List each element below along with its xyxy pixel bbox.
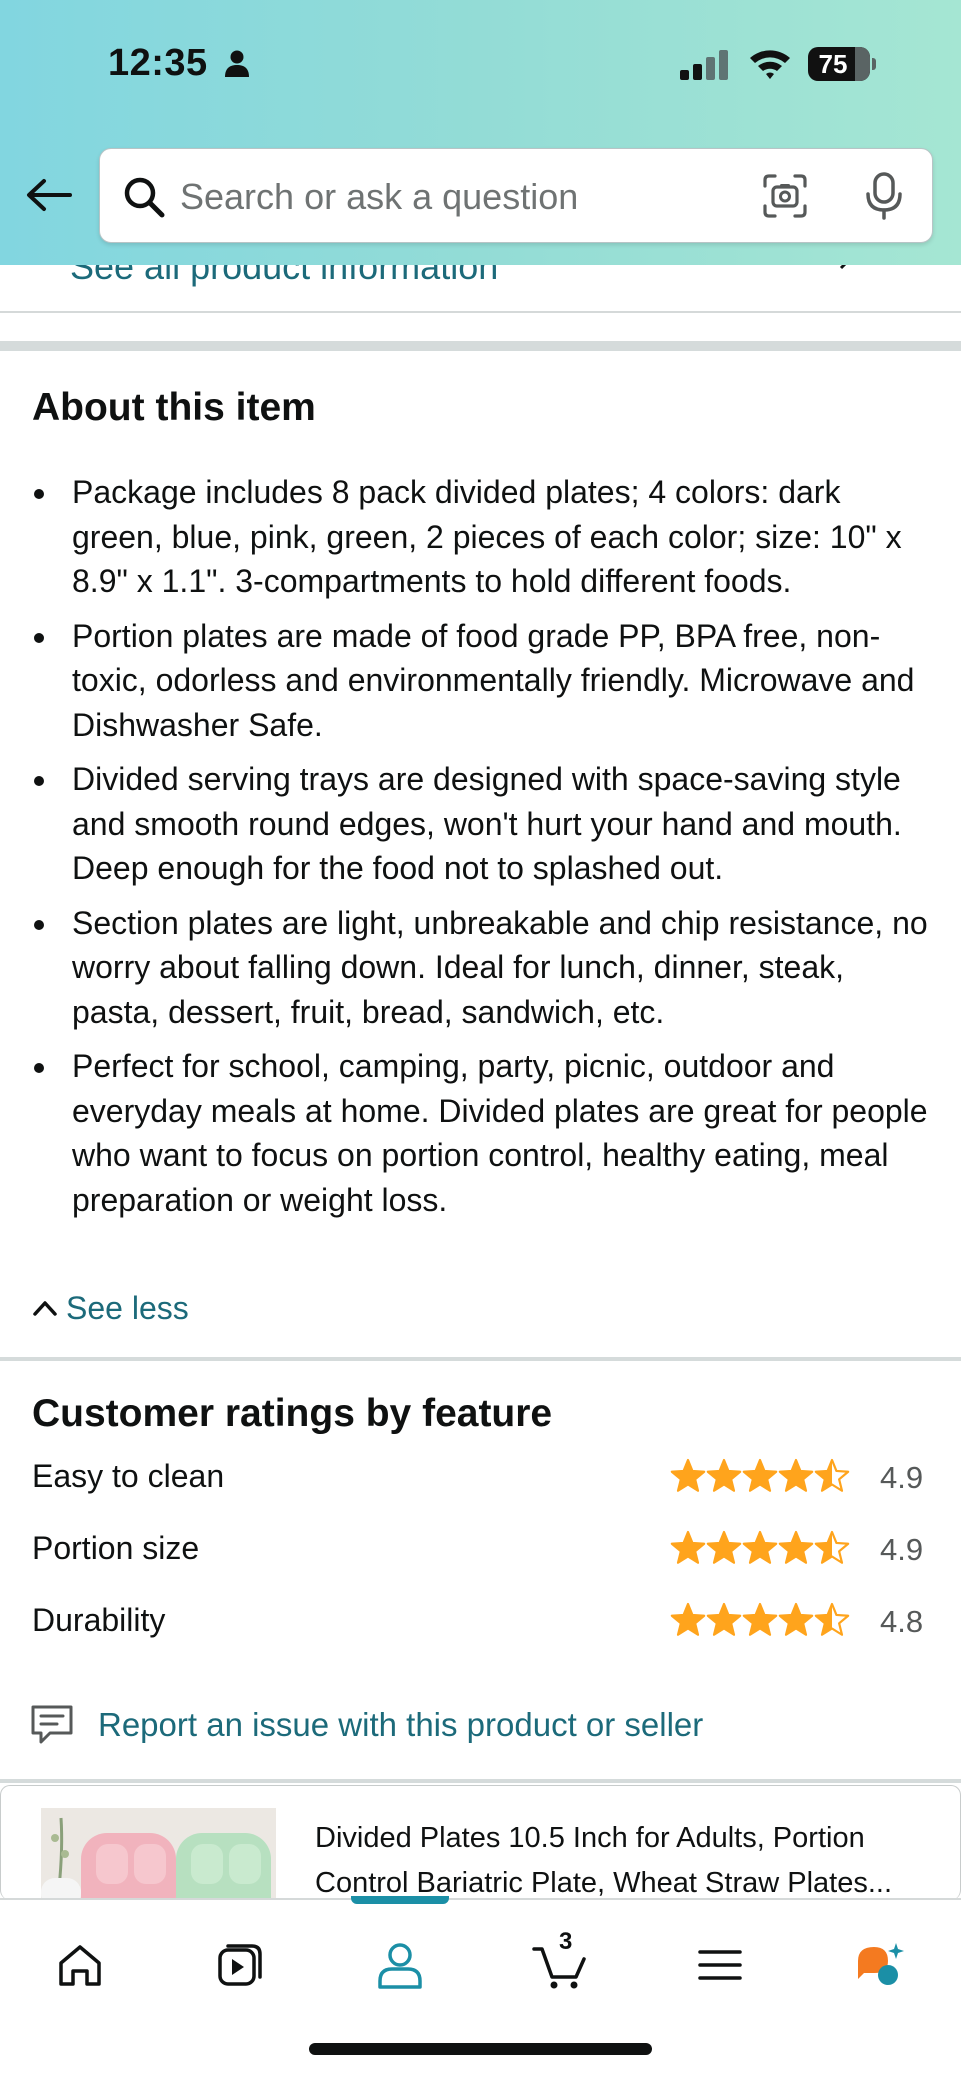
bullet-dot-icon xyxy=(34,919,44,930)
rating-value: 4.9 xyxy=(880,1460,924,1495)
nav-menu[interactable] xyxy=(685,1930,755,2000)
bullet-dot-icon xyxy=(34,1063,44,1073)
person-icon xyxy=(225,50,249,77)
about-bullet: Package includes 8 pack divided plates; … xyxy=(32,470,932,604)
status-time: 12:35 xyxy=(108,42,208,84)
rating-star xyxy=(670,1602,706,1636)
about-bullet-text: Section plates are light, unbreakable an… xyxy=(72,904,928,1030)
rating-star xyxy=(742,1602,778,1636)
account-person-icon xyxy=(378,1943,422,1989)
about-bullet-text: Perfect for school, camping, party, picn… xyxy=(72,1048,928,1218)
rating-star xyxy=(670,1458,706,1492)
bullet-dot-icon xyxy=(34,489,44,499)
chevron-up-icon xyxy=(33,1301,57,1316)
product-thumbnail[interactable] xyxy=(41,1808,276,1900)
rating-star xyxy=(706,1530,742,1564)
rating-label: Easy to clean xyxy=(32,1458,225,1494)
rating-star xyxy=(706,1602,742,1636)
customer-ratings-heading: Customer ratings by feature xyxy=(32,1392,553,1435)
related-product-card[interactable]: Divided Plates 10.5 Inch for Adults, Por… xyxy=(0,1785,961,1900)
star-rating-icon xyxy=(670,1530,850,1564)
rating-value: 4.9 xyxy=(880,1532,924,1567)
about-bullet-list: Package includes 8 pack divided plates; … xyxy=(32,470,932,1232)
rating-star xyxy=(778,1458,814,1492)
bottom-navigation: 3 xyxy=(0,1896,961,2082)
cellular-signal-icon xyxy=(680,50,728,80)
search-input[interactable] xyxy=(180,169,740,225)
rating-label: Durability xyxy=(32,1602,166,1638)
about-bullet: Divided serving trays are designed with … xyxy=(32,757,932,891)
see-less-label: See less xyxy=(66,1289,189,1326)
about-bullet: Portion plates are made of food grade PP… xyxy=(32,614,932,748)
rating-star xyxy=(670,1530,706,1564)
home-icon xyxy=(59,1945,101,1986)
active-tab-indicator xyxy=(351,1896,449,1904)
wifi-icon xyxy=(750,50,790,79)
rating-star xyxy=(706,1458,742,1492)
microphone-icon[interactable] xyxy=(862,171,906,221)
hamburger-menu-icon xyxy=(698,1950,742,1980)
battery-level: 75 xyxy=(818,49,848,79)
search-bar[interactable] xyxy=(99,148,933,243)
star-rating-icon xyxy=(670,1602,850,1636)
rating-star xyxy=(742,1458,778,1492)
nav-rufus-assistant[interactable] xyxy=(845,1930,915,2000)
header: 12:35 75 xyxy=(0,0,961,265)
about-this-item-heading: About this item xyxy=(32,386,316,429)
section-separator xyxy=(0,1357,961,1361)
about-bullet-text: Portion plates are made of food grade PP… xyxy=(72,617,915,743)
search-icon xyxy=(124,177,165,218)
about-bullet-text: Divided serving trays are designed with … xyxy=(72,761,902,886)
home-indicator xyxy=(309,2043,652,2055)
report-issue-link[interactable]: Report an issue with this product or sel… xyxy=(30,1700,703,1750)
report-issue-label: Report an issue with this product or sel… xyxy=(98,1706,704,1743)
rating-row-easy-to-clean: Easy to clean 4.9 xyxy=(32,1452,932,1502)
bullet-dot-icon xyxy=(34,776,44,786)
about-bullet: Perfect for school, camping, party, picn… xyxy=(32,1044,932,1222)
rufus-assistant-icon xyxy=(858,1943,904,1985)
section-separator xyxy=(0,1779,961,1783)
divided-plates-image xyxy=(41,1808,276,1900)
video-play-icon xyxy=(218,1944,262,1986)
nav-cart[interactable]: 3 xyxy=(525,1928,595,2000)
nav-video[interactable] xyxy=(205,1930,275,2000)
rating-row-durability: Durability 4.8 xyxy=(32,1596,932,1646)
rating-value: 4.8 xyxy=(880,1604,924,1639)
back-arrow-icon[interactable] xyxy=(24,175,74,215)
divider xyxy=(0,311,961,313)
about-bullet-text: Package includes 8 pack divided plates; … xyxy=(72,474,902,599)
see-less-button[interactable]: See less xyxy=(32,1286,189,1330)
rating-star xyxy=(814,1458,850,1492)
rating-star xyxy=(778,1530,814,1564)
rating-star xyxy=(778,1602,814,1636)
rating-label: Portion size xyxy=(32,1530,200,1566)
rating-row-portion-size: Portion size 4.9 xyxy=(32,1524,932,1574)
nav-home[interactable] xyxy=(45,1930,115,2000)
rating-star xyxy=(814,1602,850,1636)
star-rating-icon xyxy=(670,1458,850,1492)
rating-star xyxy=(814,1530,850,1564)
camera-scan-icon[interactable] xyxy=(762,173,808,219)
bullet-dot-icon xyxy=(34,632,44,643)
cart-count-badge: 3 xyxy=(559,1928,573,1955)
feedback-icon xyxy=(31,1705,73,1744)
battery-indicator: 75 xyxy=(808,47,876,81)
product-title[interactable]: Divided Plates 10.5 Inch for Adults, Por… xyxy=(315,1816,935,1900)
about-bullet: Section plates are light, unbreakable an… xyxy=(32,901,932,1035)
section-separator xyxy=(0,341,961,351)
nav-account[interactable] xyxy=(365,1930,435,2000)
rating-star xyxy=(742,1530,778,1564)
